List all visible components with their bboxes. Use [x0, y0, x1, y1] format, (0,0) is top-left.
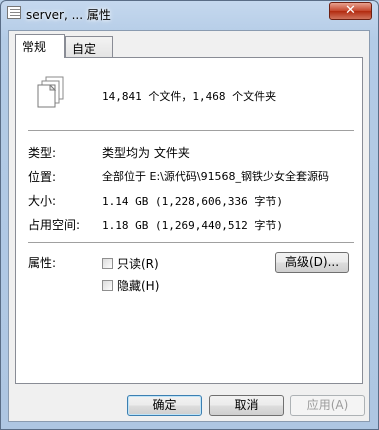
readonly-checkbox[interactable] — [102, 257, 113, 269]
tab-custom[interactable]: 自定义 — [65, 36, 113, 73]
size-on-disk-value: 1.18 GB (1,269,440,512 字节) — [102, 219, 283, 232]
advanced-button[interactable]: 高级(D)... — [275, 252, 349, 273]
readonly-option[interactable]: 只读(R) — [102, 255, 159, 271]
properties-window: server, ... 属性 ✕ 常规 自定义 14,841 个文件，1,468… — [0, 0, 379, 430]
attributes-label: 属性: — [28, 256, 57, 270]
readonly-label: 只读(R) — [117, 256, 159, 271]
location-value: 全部位于 E:\源代码\91568_钢铁少女全套源码 — [102, 170, 330, 183]
type-value: 类型均为 文件夹 — [102, 146, 190, 160]
general-panel: 14,841 个文件，1,468 个文件夹 类型: 类型均为 文件夹 位置: 全… — [15, 57, 363, 384]
hidden-checkbox[interactable] — [102, 279, 113, 291]
divider — [28, 242, 354, 244]
divider — [28, 130, 354, 132]
size-value: 1.14 GB (1,228,606,336 字节) — [102, 195, 283, 208]
title-bar[interactable]: server, ... 属性 ✕ — [1, 1, 378, 27]
close-button[interactable]: ✕ — [329, 2, 372, 20]
hidden-option[interactable]: 隐藏(H) — [102, 277, 159, 293]
tab-general[interactable]: 常规 — [15, 34, 65, 58]
location-label: 位置: — [28, 170, 57, 184]
window-document-icon — [7, 6, 21, 19]
window-title: server, ... 属性 — [26, 8, 111, 22]
ok-button[interactable]: 确定 — [127, 395, 202, 416]
size-on-disk-label: 占用空间: — [28, 218, 81, 232]
multiple-files-icon — [37, 76, 64, 108]
size-label: 大小: — [28, 194, 57, 208]
file-count-summary: 14,841 个文件，1,468 个文件夹 — [102, 90, 277, 103]
type-label: 类型: — [28, 146, 57, 160]
apply-button[interactable]: 应用(A) — [290, 395, 365, 416]
dialog-client-area: 常规 自定义 14,841 个文件，1,468 个文件夹 类型: 类型均为 文件… — [8, 30, 370, 422]
cancel-button[interactable]: 取消 — [209, 395, 284, 416]
hidden-label: 隐藏(H) — [117, 278, 160, 293]
